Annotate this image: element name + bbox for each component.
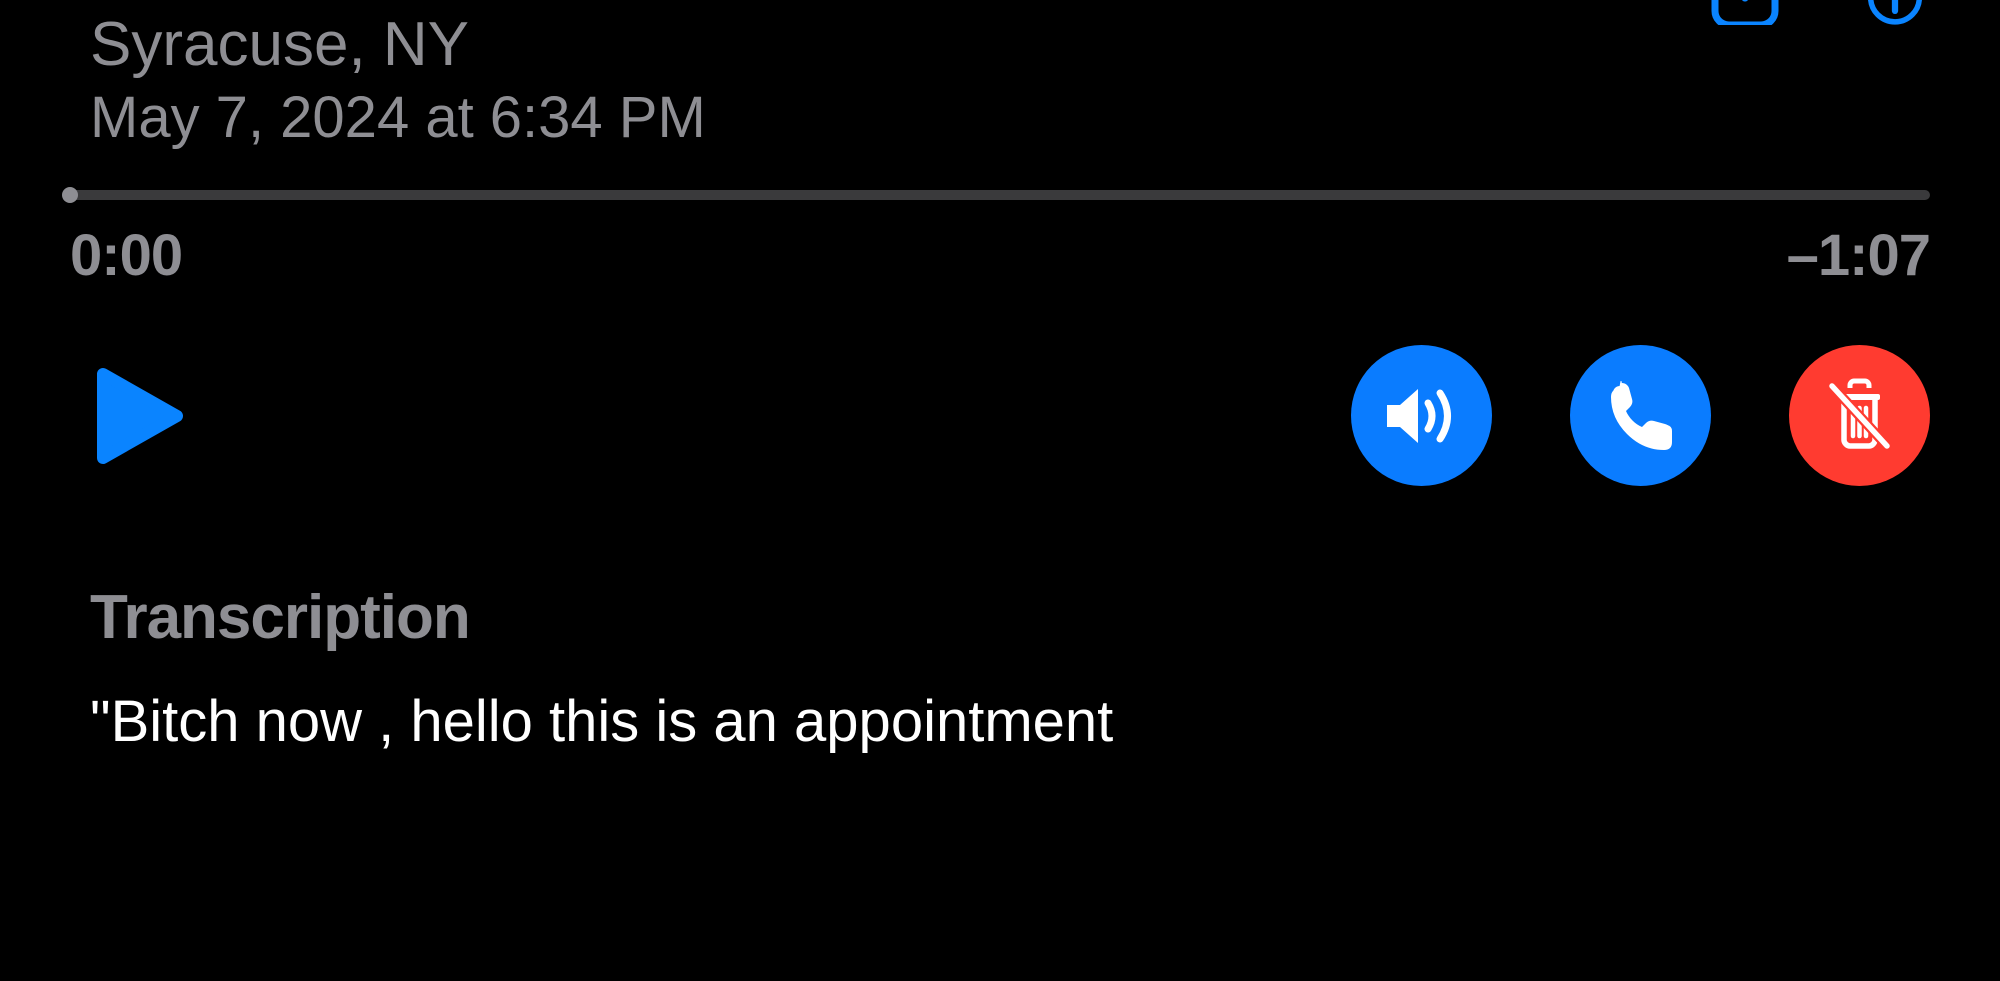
delete-button[interactable] <box>1789 345 1930 486</box>
header-text-block: Syracuse, NY May 7, 2024 at 6:34 PM <box>90 0 706 155</box>
current-time: 0:00 <box>70 222 182 289</box>
phone-icon <box>1606 381 1676 451</box>
header-action-icons <box>1710 0 1930 25</box>
action-buttons-group <box>1351 345 1930 486</box>
voicemail-header: Syracuse, NY May 7, 2024 at 6:34 PM <box>90 0 1930 155</box>
trash-slash-icon <box>1822 378 1897 453</box>
info-icon <box>1860 0 1930 25</box>
share-button[interactable] <box>1710 0 1780 25</box>
transcription-body: "Bitch now , hello this is an appointmen… <box>90 683 1930 761</box>
speaker-button[interactable] <box>1351 345 1492 486</box>
remaining-time: –1:07 <box>1787 222 1930 289</box>
time-labels: 0:00 –1:07 <box>70 222 1930 289</box>
speaker-icon <box>1382 381 1462 451</box>
call-back-button[interactable] <box>1570 345 1711 486</box>
progress-thumb[interactable] <box>62 187 78 203</box>
progress-track[interactable] <box>70 190 1930 200</box>
transcription-section: Transcription "Bitch now , hello this is… <box>90 582 1930 761</box>
play-button[interactable] <box>70 346 210 486</box>
info-button[interactable] <box>1860 0 1930 25</box>
caller-location: Syracuse, NY <box>90 8 706 82</box>
call-datetime: May 7, 2024 at 6:34 PM <box>90 82 706 155</box>
playback-controls <box>70 345 1930 486</box>
play-icon <box>95 366 185 466</box>
transcription-heading: Transcription <box>90 582 1930 653</box>
playback-progress: 0:00 –1:07 <box>70 190 1930 289</box>
share-icon <box>1710 0 1780 25</box>
